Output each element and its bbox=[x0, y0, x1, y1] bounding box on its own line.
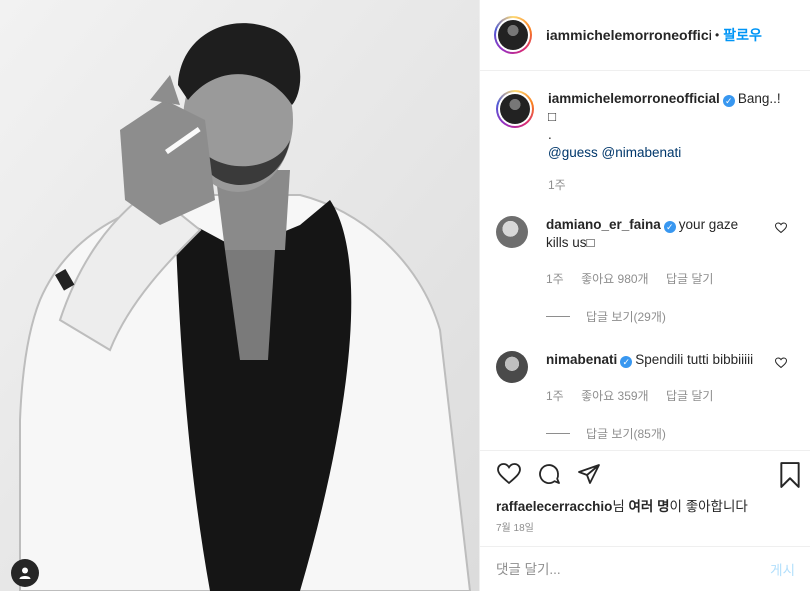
reply-button[interactable]: 답글 달기 bbox=[666, 389, 714, 403]
post-side-panel: iammichelemorroneoffici • 팔로우 iammichele… bbox=[479, 0, 810, 591]
verified-icon: ✓ bbox=[620, 356, 633, 368]
comment-time[interactable]: 1주 bbox=[546, 389, 564, 403]
heart-icon[interactable] bbox=[496, 462, 522, 486]
likes-connector: 님 bbox=[612, 499, 625, 514]
comment-heart-icon[interactable] bbox=[775, 222, 787, 234]
verified-icon: ✓ bbox=[663, 221, 676, 233]
view-replies[interactable]: 답글 보기(29개) bbox=[546, 308, 795, 325]
reply-button[interactable]: 답글 달기 bbox=[666, 272, 714, 286]
comment-text: Spendili tutti bibbiiiii bbox=[635, 352, 754, 367]
likes-others[interactable]: 여러 명 bbox=[629, 499, 670, 514]
post-comment-button[interactable]: 게시 bbox=[770, 559, 795, 579]
tag-link-nimabenati[interactable]: @nimabenati bbox=[602, 145, 682, 160]
caption-time[interactable]: 1주 bbox=[548, 178, 566, 192]
comment-item: damiano_er_faina ✓ your gaze kills us□ 1주 … bbox=[496, 216, 795, 288]
view-replies-label[interactable]: 답글 보기(85개) bbox=[586, 425, 666, 442]
likes-summary: raffaelecerracchio님 여러 명이 좋아합니다 bbox=[496, 495, 748, 515]
user-tag-button[interactable] bbox=[11, 559, 39, 587]
share-icon[interactable] bbox=[576, 462, 602, 486]
post-photo[interactable] bbox=[0, 0, 479, 591]
tag-link-guess[interactable]: @guess bbox=[548, 145, 598, 160]
user-icon bbox=[19, 567, 31, 579]
add-comment-bar: 게시 bbox=[480, 546, 810, 591]
bookmark-icon[interactable] bbox=[779, 462, 801, 488]
comment-avatar[interactable] bbox=[496, 351, 528, 383]
comments-list[interactable]: iammichelemorroneofficial ✓ Bang..! □ . @g… bbox=[480, 72, 810, 450]
avatar[interactable] bbox=[494, 16, 532, 54]
caption-avatar[interactable] bbox=[496, 90, 534, 128]
comment-username[interactable]: damiano_er_faina bbox=[546, 217, 661, 232]
comment-time[interactable]: 1주 bbox=[546, 272, 564, 286]
view-replies-label[interactable]: 답글 보기(29개) bbox=[586, 308, 666, 325]
caption-emoji: □ bbox=[548, 109, 557, 124]
caption-text: Bang..! bbox=[737, 91, 781, 106]
post-date[interactable]: 7월 18일 bbox=[496, 519, 534, 534]
comment-likes[interactable]: 좋아요 359개 bbox=[581, 389, 649, 403]
view-replies[interactable]: 답글 보기(85개) bbox=[546, 425, 795, 442]
liker-username[interactable]: raffaelecerracchio bbox=[496, 499, 612, 514]
comment-username[interactable]: nimabenati bbox=[546, 352, 617, 367]
comment-likes[interactable]: 좋아요 980개 bbox=[581, 272, 649, 286]
separator-dot: • bbox=[715, 28, 720, 42]
comment-item: nimabenati ✓ Spendili tutti bibbiiiii 1주 좋… bbox=[496, 351, 795, 405]
header-username[interactable]: iammichelemorroneoffici bbox=[546, 27, 711, 43]
post-header: iammichelemorroneoffici • 팔로우 bbox=[480, 0, 810, 71]
comment-icon[interactable] bbox=[536, 462, 562, 486]
verified-icon: ✓ bbox=[722, 95, 735, 107]
caption: iammichelemorroneofficial ✓ Bang..! □ . @g… bbox=[496, 72, 795, 194]
likes-suffix: 이 좋아합니다 bbox=[669, 499, 748, 514]
follow-button[interactable]: 팔로우 bbox=[723, 25, 762, 45]
action-bar bbox=[480, 450, 810, 490]
photo-illustration bbox=[0, 0, 479, 591]
comment-input[interactable] bbox=[496, 561, 771, 577]
comment-heart-icon[interactable] bbox=[775, 357, 787, 369]
caption-dot: . bbox=[548, 127, 552, 142]
comment-avatar[interactable] bbox=[496, 216, 528, 248]
caption-username[interactable]: iammichelemorroneofficial bbox=[548, 91, 720, 106]
